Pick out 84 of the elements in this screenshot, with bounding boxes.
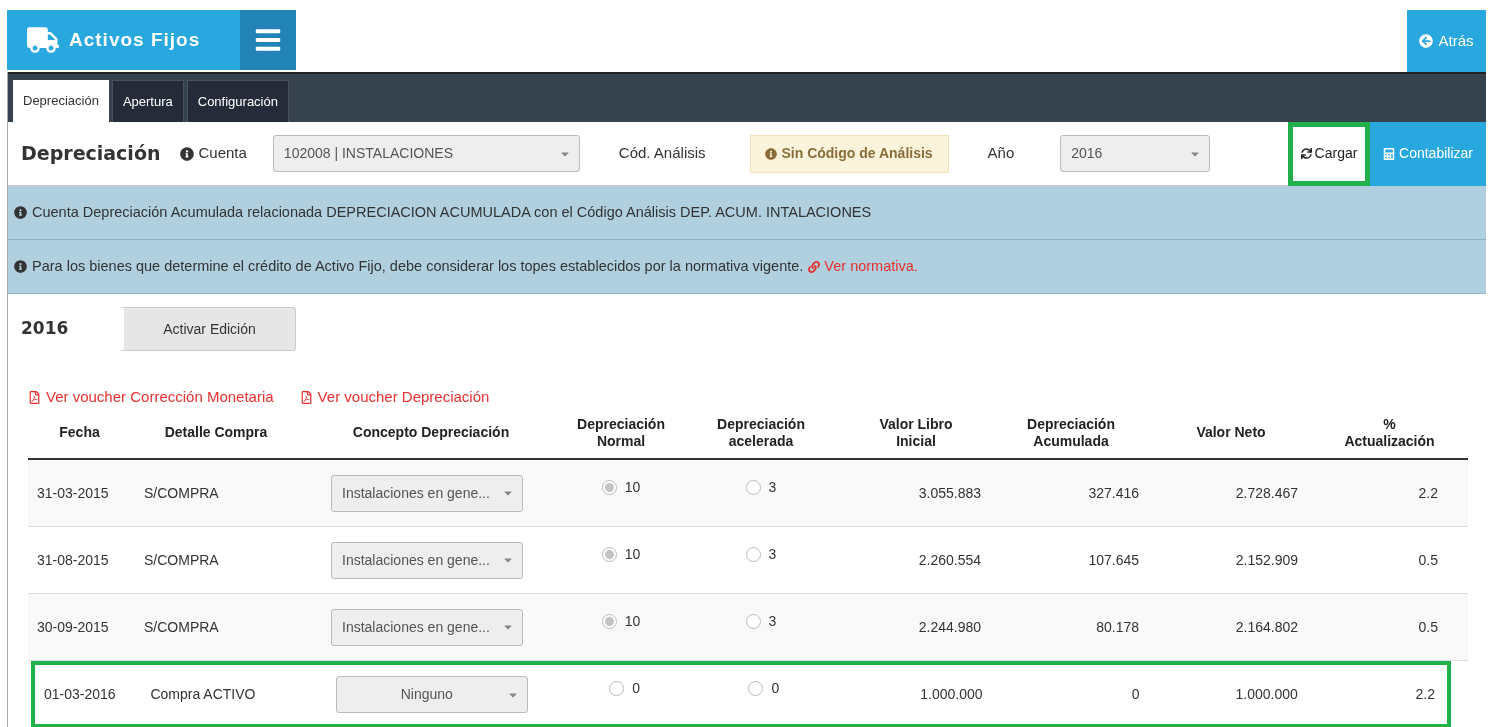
voucher-link[interactable]: Ver voucher Depreciación [299,387,490,407]
column-header: Fecha [59,424,100,441]
radio-label: 10 [624,477,641,497]
info-icon [14,260,27,273]
table-cell: Compra ACTIVO [150,686,256,702]
table-cell: 2.728.467 [1235,484,1298,501]
table-cell: 80.178 [1096,618,1139,635]
radio-label: 0 [632,679,641,698]
table-cell: 1.000.000 [1235,686,1298,702]
table-cell: 31-08-2015 [37,551,109,568]
link-icon [808,260,821,273]
truck-icon [27,27,59,53]
app-title: Activos Fijos [69,27,201,52]
column-header: Depreciación Normal [577,415,665,450]
tab[interactable]: Configuración [186,80,289,122]
table-cell: 31-03-2015 [37,484,109,501]
table-cell: S/COMPRA [144,618,219,635]
tab[interactable]: Depreciación [13,80,109,122]
radio-button[interactable] [601,546,617,562]
account-label: Cuenta [198,143,247,164]
radio-label: 3 [768,611,777,631]
back-icon [1419,34,1434,48]
table-cell: 0.5 [1418,618,1438,635]
table-cell: 2.260.554 [918,551,981,568]
table-cell: 2.152.909 [1235,551,1298,568]
column-header: % Actualización [1344,415,1435,450]
table-cell: 1.000.000 [920,686,983,702]
radio-button[interactable] [609,681,625,696]
edit-toggle[interactable]: Activar Edición [116,307,296,351]
info-icon [765,147,778,160]
table-cell: 2.2 [1418,484,1438,501]
tab[interactable]: Apertura [111,80,184,122]
table-cell: 30-09-2015 [37,618,109,635]
menu-icon [254,26,282,54]
radio-button[interactable] [745,479,761,495]
radio-label: 3 [768,544,777,564]
radio-label: 0 [771,679,780,698]
calculator-icon [1383,147,1396,160]
table-cell: 3.055.883 [918,484,981,501]
table-cell: S/COMPRA [144,551,219,568]
select-field[interactable]: Instalaciones en gene... [331,541,523,579]
table-cell: 01-03-2016 [44,686,116,702]
analysis-badge: Sin Código de Análisis [749,134,949,173]
select-field[interactable]: Ninguno [335,676,528,713]
analysis-label: Cód. Análisis [618,143,706,164]
radio-button[interactable] [601,613,617,629]
alert-text: Para los bienes que determine el crédito de Activo Fijo, debe considerar los topes establecidos por la normativa vigente. [32,256,804,276]
voucher-link[interactable]: Ver voucher Corrección Monetaria [28,387,274,407]
table-cell: 2.2 [1415,686,1435,702]
info-icon [14,206,27,219]
table-cell: 107.645 [1088,551,1139,568]
table-cell: S/COMPRA [144,484,219,501]
pdf-icon [299,390,313,404]
page-title: Depreciación [21,141,161,167]
pdf-icon [28,390,41,404]
column-header: Valor Libro Inicial [879,415,953,450]
refresh-icon [1300,148,1312,159]
year-label: Año [987,143,1015,164]
table-cell: 0.5 [1418,551,1438,568]
column-header: Depreciación acelerada [717,415,805,450]
menu-button[interactable] [240,10,296,70]
radio-button[interactable] [601,479,617,495]
select-field[interactable]: 102008 | INSTALACIONES [272,135,580,172]
select-field[interactable]: Instalaciones en gene... [331,474,523,512]
alert-text: Cuenta Depreciación Acumulada relacionada DEPRECIACION ACUMULADA con el Código Análisis DEP. ACUM. INTALACIONES [32,202,872,222]
table-cell: 0 [1131,686,1140,702]
radio-button[interactable] [745,546,761,562]
column-header: Concepto Depreciación [352,424,510,441]
select-field[interactable]: 2016 [1060,135,1211,172]
radio-label: 10 [624,611,641,631]
radio-button[interactable] [745,613,761,629]
table-cell: 327.416 [1088,484,1139,501]
radio-button[interactable] [748,681,764,696]
radio-label: 10 [624,544,641,564]
column-header: Valor Neto [1196,424,1266,441]
section-year: 2016 [21,317,70,341]
select-field[interactable]: Instalaciones en gene... [331,608,523,646]
radio-label: 3 [768,477,777,497]
column-header: Detalle Compra [164,424,268,441]
info-icon [180,146,195,161]
load-button[interactable]: Cargar [1288,121,1370,186]
table-cell: 2.164.802 [1235,618,1298,635]
column-header: Depreciación Acumulada [1027,415,1115,450]
table-cell: 2.244.980 [918,618,981,635]
